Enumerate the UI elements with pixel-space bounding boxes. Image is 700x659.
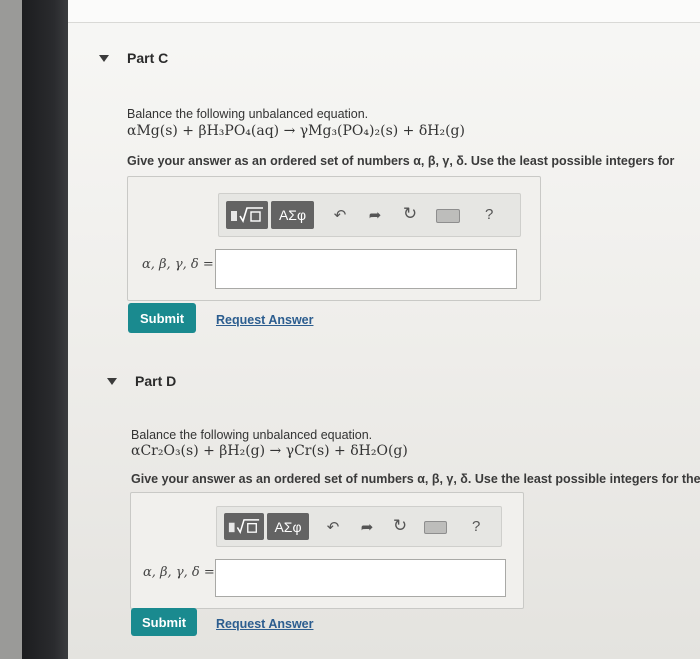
- part-d-answer-input[interactable]: [215, 559, 506, 597]
- part-c-answer-input[interactable]: [215, 249, 517, 289]
- part-d-prompt: Balance the following unbalanced equatio…: [131, 428, 373, 442]
- undo-icon[interactable]: ↶: [330, 205, 350, 225]
- part-c-title: Part C: [127, 50, 169, 66]
- keyboard-icon[interactable]: [424, 521, 447, 534]
- part-d-header[interactable]: Part D: [107, 373, 176, 389]
- part-d-math-toolbar: ΑΣφ ↶ ➦ ↻ ?: [216, 506, 502, 547]
- help-icon[interactable]: ?: [472, 518, 480, 535]
- monitor-bezel: [22, 0, 68, 659]
- templates-sqrt-icon[interactable]: [226, 201, 268, 229]
- symbols-button[interactable]: ΑΣφ: [271, 201, 314, 229]
- part-d-answer-box: ΑΣφ ↶ ➦ ↻ ? α, β, γ, δ =: [130, 492, 524, 609]
- part-c-answer-box: ΑΣφ ↶ ➦ ↻ ? α, β, γ, δ =: [127, 176, 541, 301]
- page-top-strip: [68, 0, 700, 23]
- part-c-prompt: Balance the following unbalanced equatio…: [127, 107, 369, 121]
- part-c-header[interactable]: Part C: [99, 50, 168, 66]
- reset-icon[interactable]: ↻: [400, 204, 420, 224]
- collapse-caret-icon[interactable]: [99, 54, 109, 62]
- part-d-equation: αCr₂O₃(s) + βH₂(g) → γCr(s) + δH₂O(g): [131, 443, 408, 459]
- collapse-caret-icon[interactable]: [107, 377, 117, 385]
- part-d-title: Part D: [135, 373, 177, 389]
- templates-sqrt-glyph: [231, 207, 263, 223]
- help-icon[interactable]: ?: [485, 206, 493, 223]
- undo-icon[interactable]: ↶: [323, 517, 343, 537]
- photo-left-edge: [0, 0, 22, 659]
- part-d-instruction: Give your answer as an ordered set of nu…: [131, 472, 700, 486]
- part-c-equation: αMg(s) + βH₃PO₄(aq) → γMg₃(PO₄)₂(s) + δH…: [127, 123, 465, 139]
- keyboard-icon[interactable]: [436, 209, 460, 223]
- templates-sqrt-glyph: [228, 519, 260, 535]
- reset-icon[interactable]: ↻: [390, 516, 410, 536]
- templates-sqrt-icon[interactable]: [224, 513, 264, 540]
- part-c-request-answer-link[interactable]: Request Answer: [216, 313, 313, 327]
- part-c-input-label: α, β, γ, δ =: [142, 257, 214, 272]
- redo-icon[interactable]: ➦: [357, 517, 377, 537]
- part-c-math-toolbar: ΑΣφ ↶ ➦ ↻ ?: [218, 193, 521, 237]
- part-c-instruction: Give your answer as an ordered set of nu…: [127, 154, 675, 168]
- part-d-submit-button[interactable]: Submit: [131, 608, 197, 636]
- redo-icon[interactable]: ➦: [365, 205, 385, 225]
- symbols-button[interactable]: ΑΣφ: [267, 513, 309, 540]
- part-c-submit-button[interactable]: Submit: [128, 303, 196, 333]
- part-d-request-answer-link[interactable]: Request Answer: [216, 617, 313, 631]
- part-d-input-label: α, β, γ, δ =: [143, 565, 215, 580]
